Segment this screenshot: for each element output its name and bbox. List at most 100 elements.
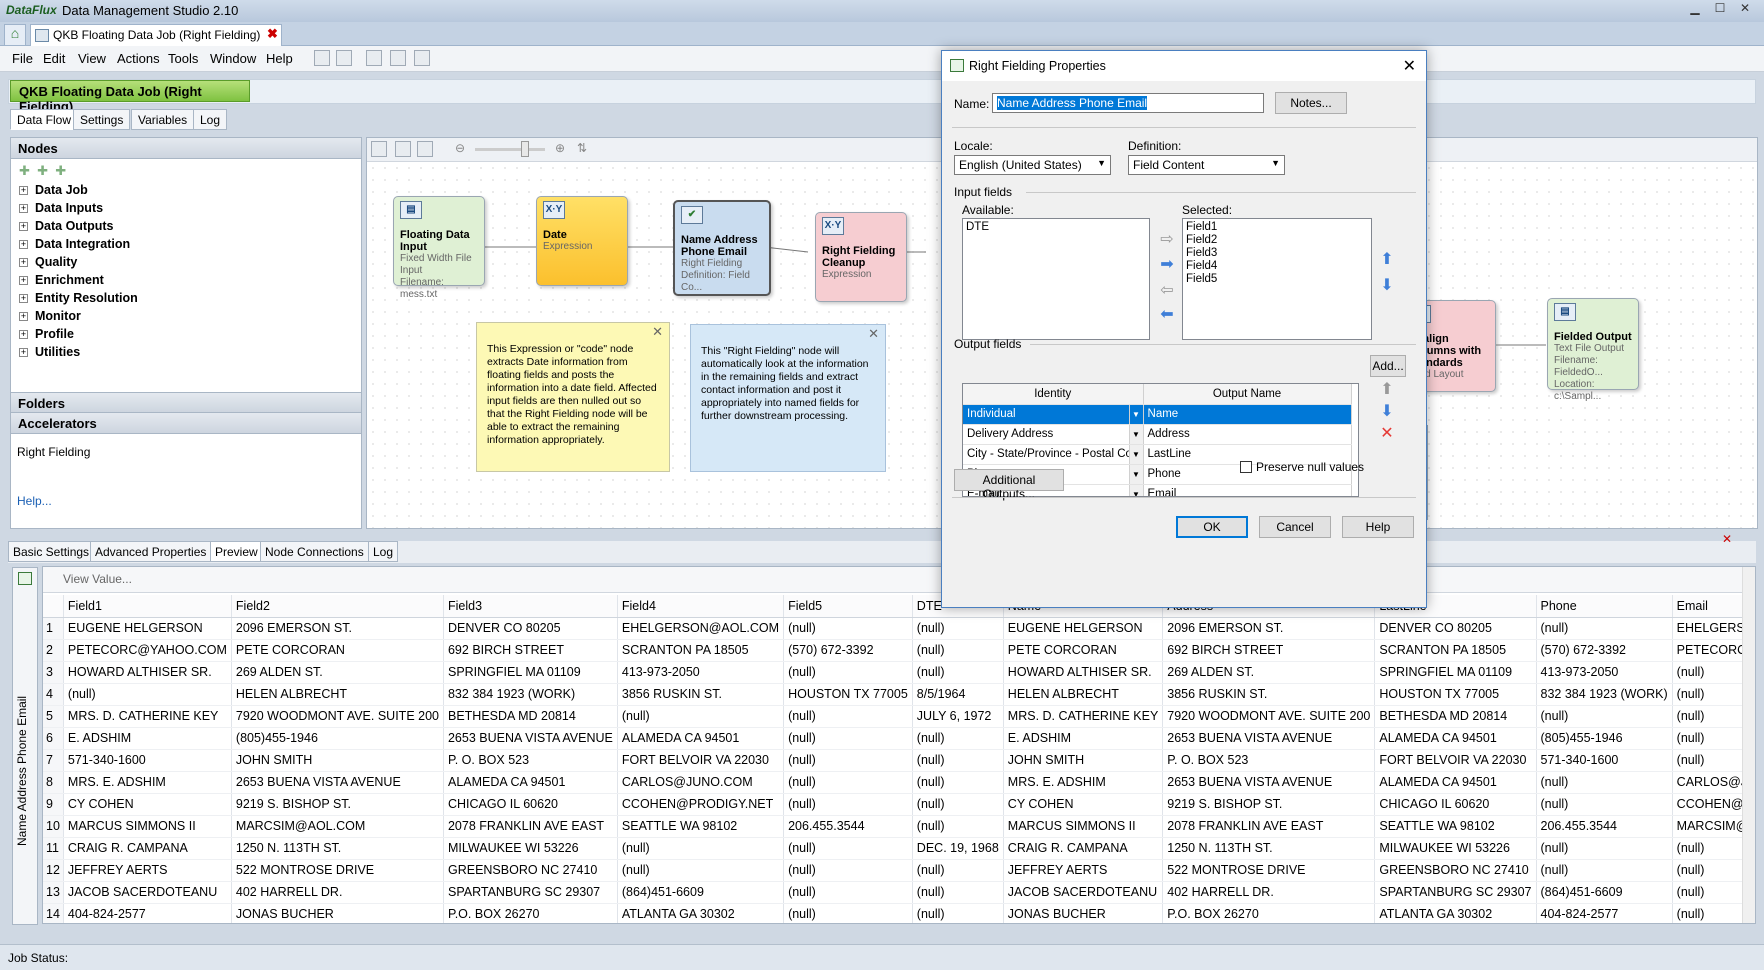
- add-button[interactable]: Add...: [1370, 355, 1406, 377]
- table-cell[interactable]: 2653 BUENA VISTA AVENUE: [1162, 727, 1376, 750]
- menu-file[interactable]: File: [12, 51, 33, 66]
- table-cell[interactable]: 571-340-1600: [63, 749, 232, 772]
- table-cell[interactable]: (805)455-1946: [231, 727, 444, 750]
- table-cell[interactable]: MARCUS SIMMONS II: [1003, 815, 1164, 838]
- table-cell[interactable]: 7920 WOODMONT AVE. SUITE 200: [1162, 705, 1376, 728]
- table-cell[interactable]: SCRANTON PA 18505: [617, 639, 785, 662]
- table-cell[interactable]: (null): [783, 661, 913, 684]
- table-cell[interactable]: BETHESDA MD 20814: [443, 705, 618, 728]
- list-item[interactable]: Field5: [1186, 273, 1368, 286]
- table-cell[interactable]: CRAIG R. CAMPANA: [1003, 837, 1164, 860]
- table-cell[interactable]: 9219 S. BISHOP ST.: [231, 793, 444, 816]
- expand-icon[interactable]: +: [19, 222, 28, 231]
- help-button[interactable]: Help: [1342, 516, 1414, 538]
- minimize-icon[interactable]: ▁: [1685, 1, 1705, 19]
- table-row[interactable]: 11 CRAIG R. CAMPANA 1250 N. 113TH ST. MILWA…: [43, 837, 1755, 860]
- table-cell[interactable]: HELEN ALBRECHT: [231, 683, 444, 706]
- dialog-close-icon[interactable]: ✕: [1403, 56, 1416, 76]
- table-cell[interactable]: (null): [783, 903, 913, 923]
- add-item-icon[interactable]: ✚: [55, 163, 66, 178]
- overview-icon[interactable]: [371, 141, 387, 157]
- output-name-cell[interactable]: Name: [1143, 404, 1352, 425]
- table-cell[interactable]: MILWAUKEE WI 53226: [1374, 837, 1537, 860]
- tab-data-flow[interactable]: Data Flow: [10, 109, 79, 130]
- table-row[interactable]: 13 JACOB SACERDOTEANU 402 HARRELL DR. SPART…: [43, 881, 1755, 904]
- table-cell[interactable]: GREENSBORO NC 27410: [1374, 859, 1537, 882]
- menu-actions[interactable]: Actions: [117, 51, 160, 66]
- grid-vertical-scrollbar[interactable]: [1742, 567, 1755, 923]
- table-cell[interactable]: 3856 RUSKIN ST.: [617, 683, 785, 706]
- help-link[interactable]: Help...: [17, 494, 52, 508]
- table-cell[interactable]: 832 384 1923 (WORK): [1536, 683, 1673, 706]
- table-cell[interactable]: (null): [1536, 837, 1673, 860]
- table-cell[interactable]: (null): [783, 859, 913, 882]
- tree-item-quality[interactable]: + Quality: [11, 255, 361, 273]
- table-row[interactable]: 6 E. ADSHIM (805)455-1946 2653 BUENA VISTA …: [43, 727, 1755, 750]
- table-cell[interactable]: MARCUS SIMMONS II: [63, 815, 232, 838]
- expand-icon[interactable]: +: [19, 276, 28, 285]
- close-note-icon[interactable]: ✕: [868, 327, 879, 340]
- table-cell[interactable]: 402 HARRELL DR.: [231, 881, 444, 904]
- identity-cell[interactable]: Individual: [963, 404, 1130, 425]
- tree-item-monitor[interactable]: + Monitor: [11, 309, 361, 327]
- table-cell[interactable]: JEFFREY AERTS: [1003, 859, 1164, 882]
- home-icon[interactable]: ⌂: [4, 24, 26, 46]
- refresh-icon[interactable]: [390, 50, 406, 66]
- nodes-header[interactable]: Nodes: [11, 138, 361, 159]
- table-cell[interactable]: MRS. E. ADSHIM: [1003, 771, 1164, 794]
- table-cell[interactable]: EUGENE HELGERSON: [63, 617, 232, 640]
- table-cell[interactable]: (null): [617, 705, 785, 728]
- table-cell[interactable]: (864)451-6609: [1536, 881, 1673, 904]
- table-row[interactable]: 3 HOWARD ALTHISER SR. 269 ALDEN ST. SPRINGF…: [43, 661, 1755, 684]
- move-right-icon[interactable]: ⇨: [1158, 232, 1176, 249]
- table-cell[interactable]: MRS. E. ADSHIM: [63, 771, 232, 794]
- table-cell[interactable]: (null): [1536, 771, 1673, 794]
- table-cell[interactable]: 692 BIRCH STREET: [443, 639, 618, 662]
- table-cell[interactable]: (null): [783, 837, 913, 860]
- table-cell[interactable]: ATLANTA GA 30302: [617, 903, 785, 923]
- zoom-out-icon[interactable]: ⊖: [455, 141, 465, 155]
- table-cell[interactable]: CRAIG R. CAMPANA: [63, 837, 232, 860]
- table-cell[interactable]: SPRINGFIEL MA 01109: [1374, 661, 1537, 684]
- table-cell[interactable]: CY COHEN: [63, 793, 232, 816]
- list-item[interactable]: Field2: [1186, 234, 1368, 247]
- move-all-left-icon[interactable]: ⬅: [1158, 307, 1176, 324]
- output-field-row[interactable]: Delivery Address ▼ Address: [963, 424, 1352, 445]
- table-cell[interactable]: SEATTLE WA 98102: [1374, 815, 1537, 838]
- table-row[interactable]: 14 404-824-2577 JONAS BUCHER P.O. BOX 26270…: [43, 903, 1755, 923]
- tab-log[interactable]: Log: [193, 109, 228, 130]
- table-cell[interactable]: (null): [783, 771, 913, 794]
- table-cell[interactable]: 413-973-2050: [617, 661, 785, 684]
- table-cell[interactable]: SEATTLE WA 98102: [617, 815, 785, 838]
- menu-tools[interactable]: Tools: [168, 51, 198, 66]
- tab-preview[interactable]: Preview: [210, 541, 263, 562]
- table-cell[interactable]: (570) 672-3392: [783, 639, 913, 662]
- output-field-row[interactable]: Individual ▼ Name: [963, 404, 1352, 425]
- identity-cell[interactable]: City - State/Province - Postal Code: [963, 444, 1130, 465]
- table-cell[interactable]: 3856 RUSKIN ST.: [1162, 683, 1376, 706]
- table-cell[interactable]: (null): [1536, 859, 1673, 882]
- table-cell[interactable]: (null): [912, 815, 1004, 838]
- table-cell[interactable]: 2096 EMERSON ST.: [231, 617, 444, 640]
- table-row[interactable]: 10 MARCUS SIMMONS II MARCSIM@AOL.COM 2078 F…: [43, 815, 1755, 838]
- note-right-fielding[interactable]: ✕ This "Right Fielding" node will automa…: [690, 324, 886, 472]
- table-cell[interactable]: 2653 BUENA VISTA AVENUE: [1162, 771, 1376, 794]
- table-cell[interactable]: HELEN ALBRECHT: [1003, 683, 1164, 706]
- table-cell[interactable]: 2078 FRANKLIN AVE EAST: [1162, 815, 1376, 838]
- ok-button[interactable]: OK: [1176, 516, 1248, 538]
- table-cell[interactable]: (null): [1536, 793, 1673, 816]
- table-cell[interactable]: SPARTANBURG SC 29307: [443, 881, 618, 904]
- tab-basic-settings[interactable]: Basic Settings: [8, 541, 95, 562]
- list-item[interactable]: Field3: [1186, 247, 1368, 260]
- table-cell[interactable]: 2078 FRANKLIN AVE EAST: [443, 815, 618, 838]
- table-cell[interactable]: (864)451-6609: [617, 881, 785, 904]
- table-cell[interactable]: CHICAGO IL 60620: [443, 793, 618, 816]
- table-cell[interactable]: JEFFREY AERTS: [63, 859, 232, 882]
- tab-advanced-properties[interactable]: Advanced Properties: [90, 541, 212, 562]
- tree-item-enrichment[interactable]: + Enrichment: [11, 273, 361, 291]
- close-tab-icon[interactable]: ✖: [267, 26, 278, 42]
- zoom-slider-thumb[interactable]: [521, 141, 529, 157]
- expand-icon[interactable]: +: [19, 348, 28, 357]
- tree-item-profile[interactable]: + Profile: [11, 327, 361, 345]
- table-cell[interactable]: 269 ALDEN ST.: [1162, 661, 1376, 684]
